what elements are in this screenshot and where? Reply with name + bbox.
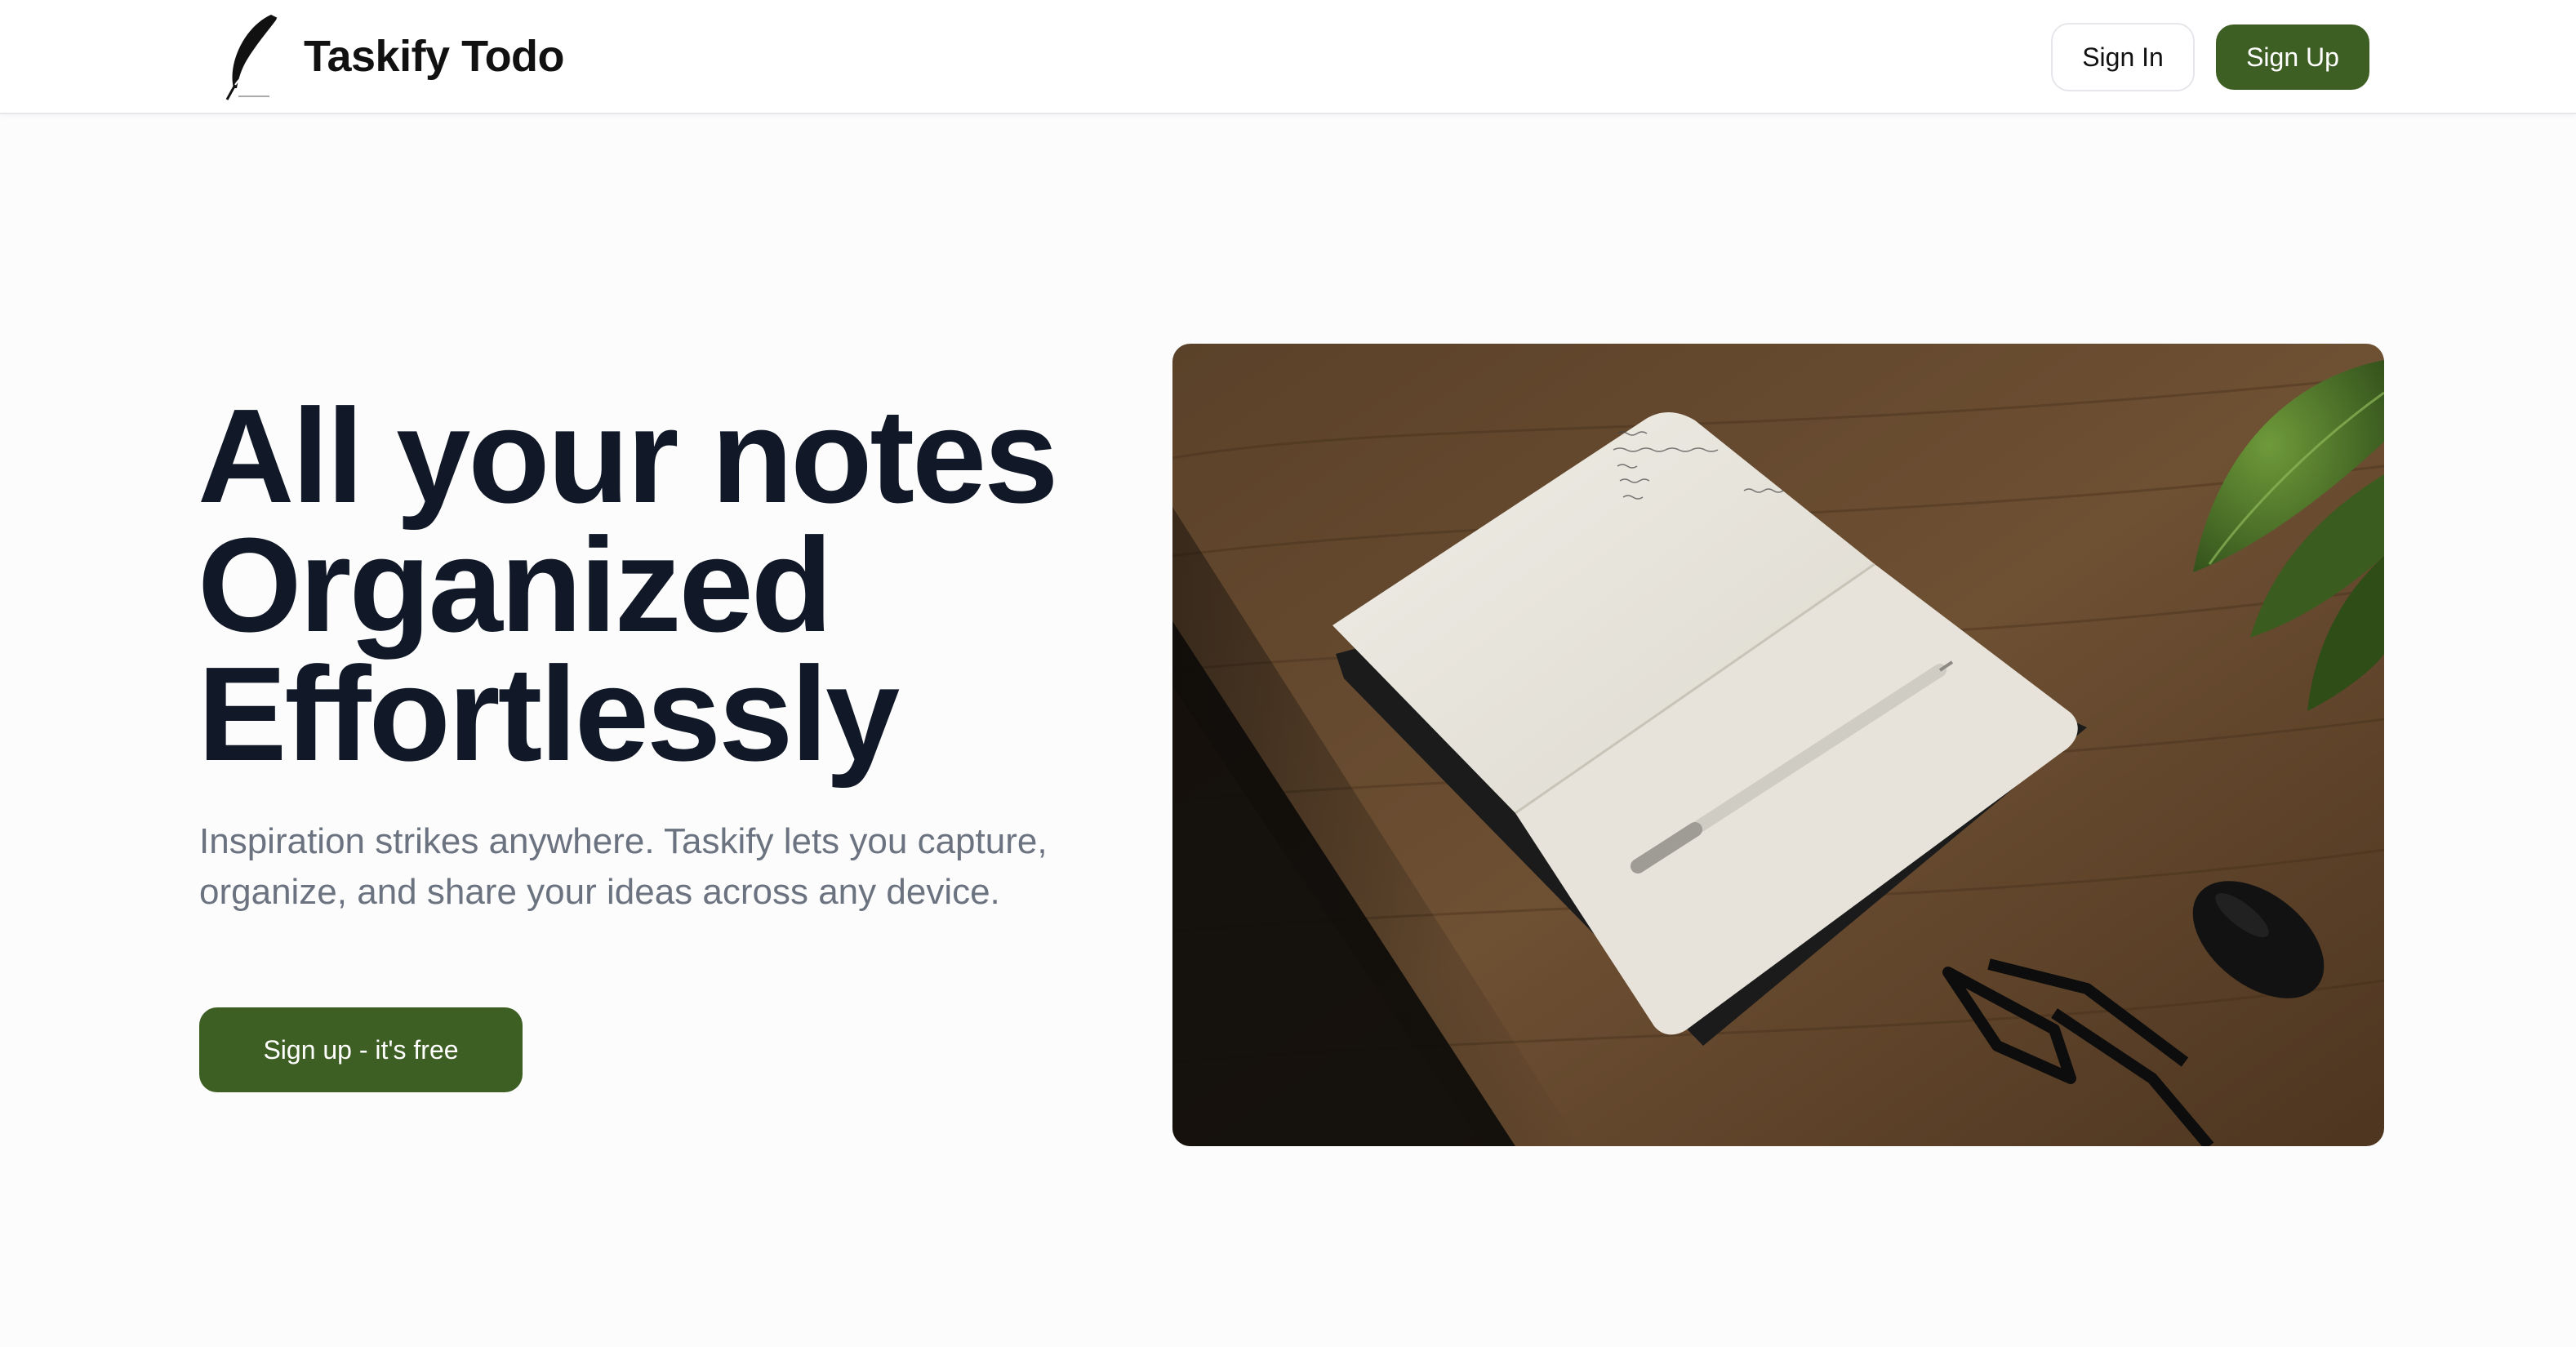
brand-name: Taskify Todo — [304, 32, 565, 81]
top-navbar: Taskify Todo Sign In Sign Up — [0, 0, 2576, 114]
brand[interactable]: Taskify Todo — [220, 11, 565, 101]
hero-subtitle: Inspiration strikes anywhere. Taskify le… — [199, 821, 1048, 912]
hero-headline: All your notes Organized Effortlessly — [198, 381, 1058, 789]
signup-free-button[interactable]: Sign up - it's free — [199, 1007, 523, 1092]
headline-line-3: Effortlessly — [198, 639, 900, 789]
headline-line-1: All your notes — [198, 381, 1058, 531]
sign-up-button[interactable]: Sign Up — [2216, 24, 2369, 90]
headline-line-2: Organized — [198, 510, 833, 660]
feather-quill-icon — [225, 15, 278, 100]
sign-in-button[interactable]: Sign In — [2051, 23, 2195, 91]
hero-photo — [1172, 344, 2384, 1146]
